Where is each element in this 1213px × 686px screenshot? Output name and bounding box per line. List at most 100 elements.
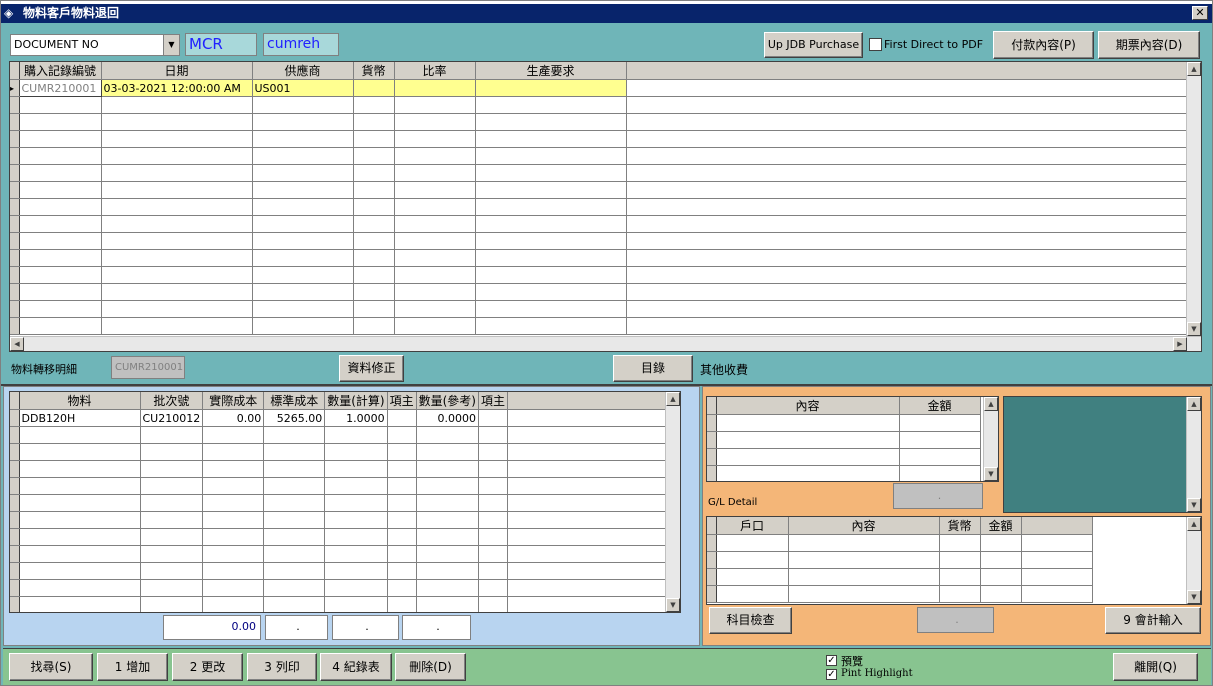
- table-cell[interactable]: [101, 181, 253, 199]
- table-cell[interactable]: [353, 130, 395, 148]
- table-row[interactable]: [10, 562, 679, 580]
- charge-vscroll[interactable]: ▲ ▼: [983, 397, 998, 481]
- row-header[interactable]: [707, 534, 717, 552]
- scroll-left-icon[interactable]: ◀: [10, 337, 24, 351]
- column-header[interactable]: 金額: [899, 397, 981, 415]
- row-header[interactable]: [10, 300, 20, 318]
- table-cell[interactable]: [939, 568, 981, 586]
- table-cell[interactable]: [263, 494, 326, 512]
- table-cell[interactable]: [475, 79, 627, 97]
- row-header[interactable]: [10, 232, 20, 250]
- table-cell[interactable]: [202, 460, 265, 478]
- table-cell[interactable]: [202, 443, 265, 461]
- table-cell[interactable]: [387, 443, 417, 461]
- row-header[interactable]: [10, 266, 20, 284]
- table-cell[interactable]: [394, 300, 476, 318]
- payment-content-button[interactable]: 付款內容(P): [993, 31, 1094, 59]
- gl-grid[interactable]: 戶口 內容 貨幣 金額 ▲ ▼: [706, 516, 1202, 605]
- table-cell[interactable]: [101, 317, 253, 335]
- table-cell[interactable]: US001: [252, 79, 354, 97]
- table-cell[interactable]: 0.00: [202, 409, 265, 427]
- table-cell[interactable]: [19, 181, 102, 199]
- gl-vscroll[interactable]: ▲ ▼: [1186, 517, 1201, 604]
- table-cell[interactable]: [394, 181, 476, 199]
- table-cell[interactable]: [19, 494, 141, 512]
- table-cell[interactable]: [202, 596, 265, 612]
- table-cell[interactable]: [19, 562, 141, 580]
- table-cell[interactable]: [324, 443, 388, 461]
- table-cell[interactable]: [716, 568, 789, 586]
- table-cell[interactable]: [416, 545, 480, 563]
- table-cell[interactable]: [353, 79, 395, 97]
- table-cell[interactable]: [353, 215, 395, 233]
- table-cell[interactable]: [101, 164, 253, 182]
- accounting-input-button[interactable]: 9 會計輸入: [1105, 607, 1201, 634]
- table-row[interactable]: [10, 96, 1188, 114]
- column-header[interactable]: 生產要求: [475, 62, 627, 80]
- print-button[interactable]: 3 列印: [247, 653, 317, 681]
- table-cell[interactable]: [716, 414, 900, 432]
- row-header[interactable]: [10, 113, 20, 131]
- table-cell[interactable]: [263, 460, 326, 478]
- table-cell[interactable]: [324, 545, 388, 563]
- table-cell[interactable]: [716, 448, 900, 466]
- table-row[interactable]: [10, 283, 1188, 301]
- row-header[interactable]: [10, 562, 20, 580]
- table-cell[interactable]: [394, 232, 476, 250]
- table-row[interactable]: [707, 414, 981, 432]
- table-cell[interactable]: [475, 130, 627, 148]
- table-cell[interactable]: [252, 113, 354, 131]
- table-cell[interactable]: [394, 266, 476, 284]
- table-cell[interactable]: [101, 198, 253, 216]
- table-cell[interactable]: [394, 317, 476, 335]
- table-row[interactable]: [10, 215, 1188, 233]
- table-row[interactable]: [10, 511, 679, 529]
- table-cell[interactable]: [475, 283, 627, 301]
- table-cell[interactable]: [475, 300, 627, 318]
- table-cell[interactable]: [263, 443, 326, 461]
- table-cell[interactable]: [475, 96, 627, 114]
- table-row[interactable]: [10, 113, 1188, 131]
- table-cell[interactable]: [19, 96, 102, 114]
- table-cell[interactable]: [478, 545, 509, 563]
- table-cell[interactable]: [19, 283, 102, 301]
- table-cell[interactable]: [101, 130, 253, 148]
- bill-content-button[interactable]: 期票內容(D): [1098, 31, 1200, 59]
- table-row[interactable]: [10, 164, 1188, 182]
- table-cell[interactable]: [140, 511, 204, 529]
- table-cell[interactable]: [394, 283, 476, 301]
- table-cell[interactable]: [478, 511, 509, 529]
- table-cell[interactable]: [101, 232, 253, 250]
- row-header[interactable]: [707, 568, 717, 586]
- item-grid[interactable]: 物料 批次號 實際成本 標準成本 數量(計算) 項主 數量(參考) 項主 DDB120H CU2…: [9, 391, 681, 613]
- column-header[interactable]: 供應商: [252, 62, 354, 80]
- row-header[interactable]: [10, 164, 20, 182]
- table-row[interactable]: [10, 596, 679, 612]
- table-cell[interactable]: [475, 266, 627, 284]
- column-header[interactable]: 項主: [387, 392, 417, 410]
- table-cell[interactable]: [324, 426, 388, 444]
- table-cell[interactable]: [716, 534, 789, 552]
- main-hscroll[interactable]: ◀ ▶: [10, 336, 1201, 351]
- delete-button[interactable]: 刪除(D): [395, 653, 466, 681]
- table-cell[interactable]: [899, 414, 981, 432]
- table-cell[interactable]: [394, 249, 476, 267]
- table-row[interactable]: [10, 266, 1188, 284]
- column-header[interactable]: 貨幣: [939, 517, 981, 535]
- table-cell[interactable]: [353, 300, 395, 318]
- table-cell[interactable]: [394, 79, 476, 97]
- pdf-checkbox[interactable]: [869, 38, 882, 51]
- table-cell[interactable]: 0.0000: [416, 409, 480, 427]
- table-cell[interactable]: [140, 596, 204, 612]
- table-row[interactable]: [10, 528, 679, 546]
- table-row[interactable]: [707, 431, 981, 449]
- table-row[interactable]: [10, 130, 1188, 148]
- table-cell[interactable]: [202, 426, 265, 444]
- row-header[interactable]: [707, 551, 717, 569]
- table-cell[interactable]: [252, 249, 354, 267]
- table-cell[interactable]: [202, 494, 265, 512]
- table-cell[interactable]: [394, 96, 476, 114]
- table-cell[interactable]: [478, 409, 509, 427]
- table-cell[interactable]: [140, 460, 204, 478]
- table-cell[interactable]: [353, 198, 395, 216]
